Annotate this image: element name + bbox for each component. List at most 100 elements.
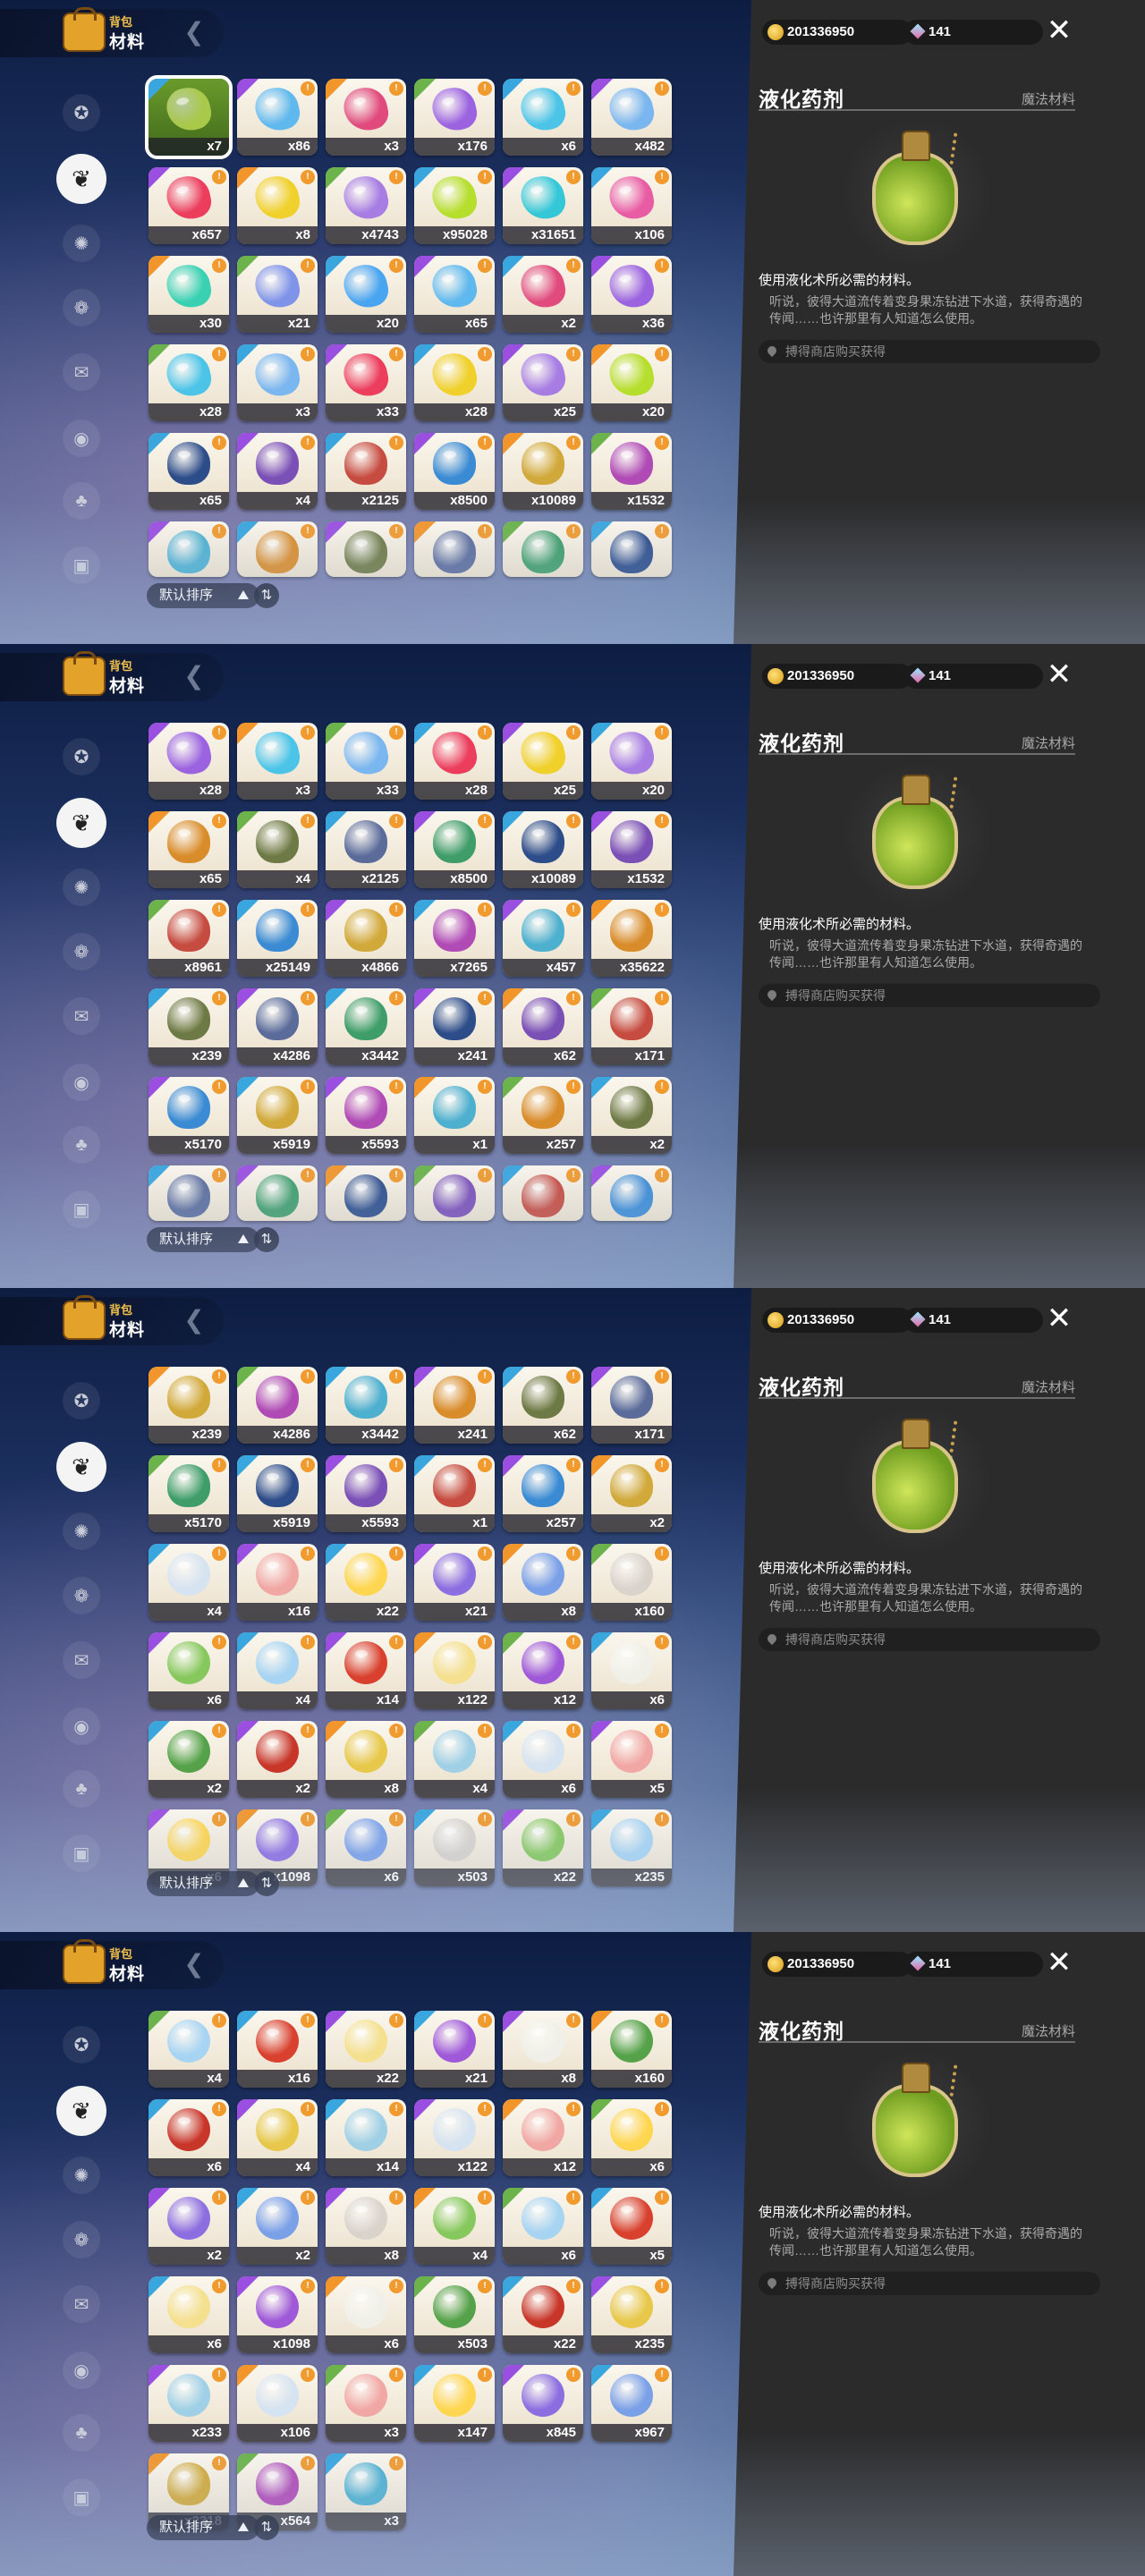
inventory-item[interactable]: ! x4 [148, 1544, 229, 1621]
inventory-item[interactable]: ! x6 [503, 2188, 583, 2265]
inventory-item[interactable]: ! x1098 [237, 2276, 318, 2353]
sidebar-tab-ball-icon[interactable]: ◉ [63, 1707, 100, 1745]
inventory-item[interactable]: ! x4 [414, 1721, 495, 1798]
inventory-item[interactable]: ! x171 [591, 1367, 672, 1444]
inventory-item[interactable]: ! x5919 [237, 1455, 318, 1532]
inventory-item[interactable]: ! x2 [148, 2188, 229, 2265]
inventory-item[interactable]: ! x22 [326, 1544, 406, 1621]
inventory-item[interactable]: ! x25 [503, 344, 583, 421]
inventory-item[interactable]: ! x503 [414, 1809, 495, 1886]
sidebar-tab-acorn-icon[interactable]: ♣ [63, 1126, 100, 1164]
inventory-item[interactable]: ! x4 [237, 433, 318, 510]
inventory-item[interactable]: ! x147 [414, 2365, 495, 2442]
inventory-item[interactable]: ! x10089 [503, 811, 583, 888]
sidebar-tab-leaf-icon[interactable]: ❦ [56, 1442, 106, 1492]
inventory-item[interactable]: ! x12 [503, 2099, 583, 2176]
inventory-item[interactable]: ! x4 [148, 2011, 229, 2088]
inventory-item[interactable]: ! x657 [148, 167, 229, 244]
close-button[interactable]: ✕ [1043, 658, 1075, 691]
inventory-item[interactable]: ! x122 [414, 2099, 495, 2176]
sidebar-tab-gear-flower-icon[interactable]: ✺ [63, 869, 100, 906]
inventory-item[interactable]: ! x176 [414, 79, 495, 156]
inventory-item[interactable]: ! x5919 [237, 1077, 318, 1154]
inventory-item[interactable]: ! x30 [148, 256, 229, 333]
sidebar-tab-star-badge-icon[interactable]: ✪ [63, 1382, 100, 1419]
inventory-item[interactable]: ! x22 [326, 2011, 406, 2088]
inventory-item[interactable]: ! x6 [148, 1632, 229, 1709]
sort-dropdown[interactable]: 默认排序 [147, 583, 259, 608]
inventory-item[interactable]: ! x21 [414, 2011, 495, 2088]
sidebar-tab-sprout-icon[interactable]: ❁ [63, 289, 100, 326]
inventory-item[interactable]: ! x239 [148, 988, 229, 1065]
sidebar-tab-leaf-icon[interactable]: ❦ [56, 798, 106, 848]
inventory-item[interactable]: ! x1532 [591, 433, 672, 510]
inventory-item[interactable]: ! x33 [326, 723, 406, 800]
inventory-item[interactable]: ! x8500 [414, 433, 495, 510]
inventory-item[interactable]: ! x457 [503, 900, 583, 977]
inventory-item[interactable]: ! x4 [237, 811, 318, 888]
inventory-item[interactable]: ! x3442 [326, 988, 406, 1065]
inventory-item[interactable]: ! x14 [326, 1632, 406, 1709]
inventory-item[interactable]: ! x4 [237, 1632, 318, 1709]
inventory-item[interactable]: ! x2 [237, 2188, 318, 2265]
inventory-item[interactable]: ! [237, 1165, 318, 1221]
sidebar-tab-sprout-icon[interactable]: ❁ [63, 2221, 100, 2258]
sidebar-tab-star-badge-icon[interactable]: ✪ [63, 94, 100, 131]
inventory-item[interactable]: ! x95028 [414, 167, 495, 244]
inventory-item[interactable]: ! x20 [591, 723, 672, 800]
inventory-item[interactable]: ! x16 [237, 2011, 318, 2088]
inventory-item[interactable]: ! [414, 521, 495, 577]
inventory-item[interactable]: ! x14 [326, 2099, 406, 2176]
sidebar-tab-leaf-icon[interactable]: ❦ [56, 2086, 106, 2136]
inventory-item[interactable]: ! x2 [591, 1455, 672, 1532]
inventory-item[interactable]: ! x2 [237, 1721, 318, 1798]
inventory-item[interactable]: ! x86 [237, 79, 318, 156]
inventory-item[interactable]: ! x6 [591, 1632, 672, 1709]
inventory-item[interactable]: ! x106 [237, 2365, 318, 2442]
sort-dropdown[interactable]: 默认排序 [147, 2515, 259, 2540]
sidebar-tab-gear-flower-icon[interactable]: ✺ [63, 225, 100, 262]
inventory-item[interactable]: ! x6 [326, 1809, 406, 1886]
inventory-item[interactable]: ! x22 [503, 1809, 583, 1886]
inventory-item[interactable]: ! x6 [148, 2099, 229, 2176]
sidebar-tab-ball-icon[interactable]: ◉ [63, 2351, 100, 2389]
inventory-item[interactable]: ! x8 [237, 167, 318, 244]
inventory-item[interactable]: ! x5170 [148, 1077, 229, 1154]
inventory-item[interactable]: ! x7265 [414, 900, 495, 977]
inventory-item[interactable]: ! x5593 [326, 1077, 406, 1154]
sidebar-tab-sprout-icon[interactable]: ❁ [63, 933, 100, 970]
inventory-item[interactable]: ! x1 [414, 1455, 495, 1532]
inventory-item[interactable]: ! x8500 [414, 811, 495, 888]
inventory-item[interactable]: ! x503 [414, 2276, 495, 2353]
inventory-item[interactable]: ! x6 [503, 79, 583, 156]
inventory-item[interactable]: ! x4866 [326, 900, 406, 977]
sidebar-tab-acorn-icon[interactable]: ♣ [63, 1770, 100, 1808]
inventory-item[interactable]: ! x171 [591, 988, 672, 1065]
inventory-item[interactable]: ! x160 [591, 1544, 672, 1621]
inventory-item[interactable]: ! x257 [503, 1077, 583, 1154]
inventory-item[interactable]: ! x482 [591, 79, 672, 156]
sort-dropdown[interactable]: 默认排序 [147, 1227, 259, 1252]
sidebar-tab-chest-icon[interactable]: ▣ [63, 1835, 100, 1872]
inventory-item[interactable]: ! [148, 1165, 229, 1221]
sidebar-tab-chest-icon[interactable]: ▣ [63, 1191, 100, 1228]
inventory-item[interactable]: ! x967 [591, 2365, 672, 2442]
inventory-item[interactable]: ! x160 [591, 2011, 672, 2088]
inventory-item[interactable]: ! x239 [148, 1367, 229, 1444]
sidebar-tab-scroll-icon[interactable]: ✉ [63, 1641, 100, 1679]
inventory-item[interactable]: ! x4743 [326, 167, 406, 244]
inventory-item[interactable]: ! x35622 [591, 900, 672, 977]
inventory-item[interactable]: ! x28 [148, 344, 229, 421]
inventory-item[interactable]: ! x1 [414, 1077, 495, 1154]
inventory-item[interactable]: ! x20 [591, 344, 672, 421]
inventory-item[interactable]: ! x3 [237, 344, 318, 421]
inventory-item[interactable]: ! x4 [237, 2099, 318, 2176]
inventory-item[interactable]: ! x65 [414, 256, 495, 333]
inventory-item[interactable]: ! x20 [326, 256, 406, 333]
sidebar-tab-gear-flower-icon[interactable]: ✺ [63, 2157, 100, 2194]
inventory-item[interactable]: ! x1532 [591, 811, 672, 888]
inventory-item[interactable]: ! x235 [591, 2276, 672, 2353]
inventory-item[interactable]: ! x12 [503, 1632, 583, 1709]
inventory-item[interactable]: ! [414, 1165, 495, 1221]
close-button[interactable]: ✕ [1043, 1302, 1075, 1335]
